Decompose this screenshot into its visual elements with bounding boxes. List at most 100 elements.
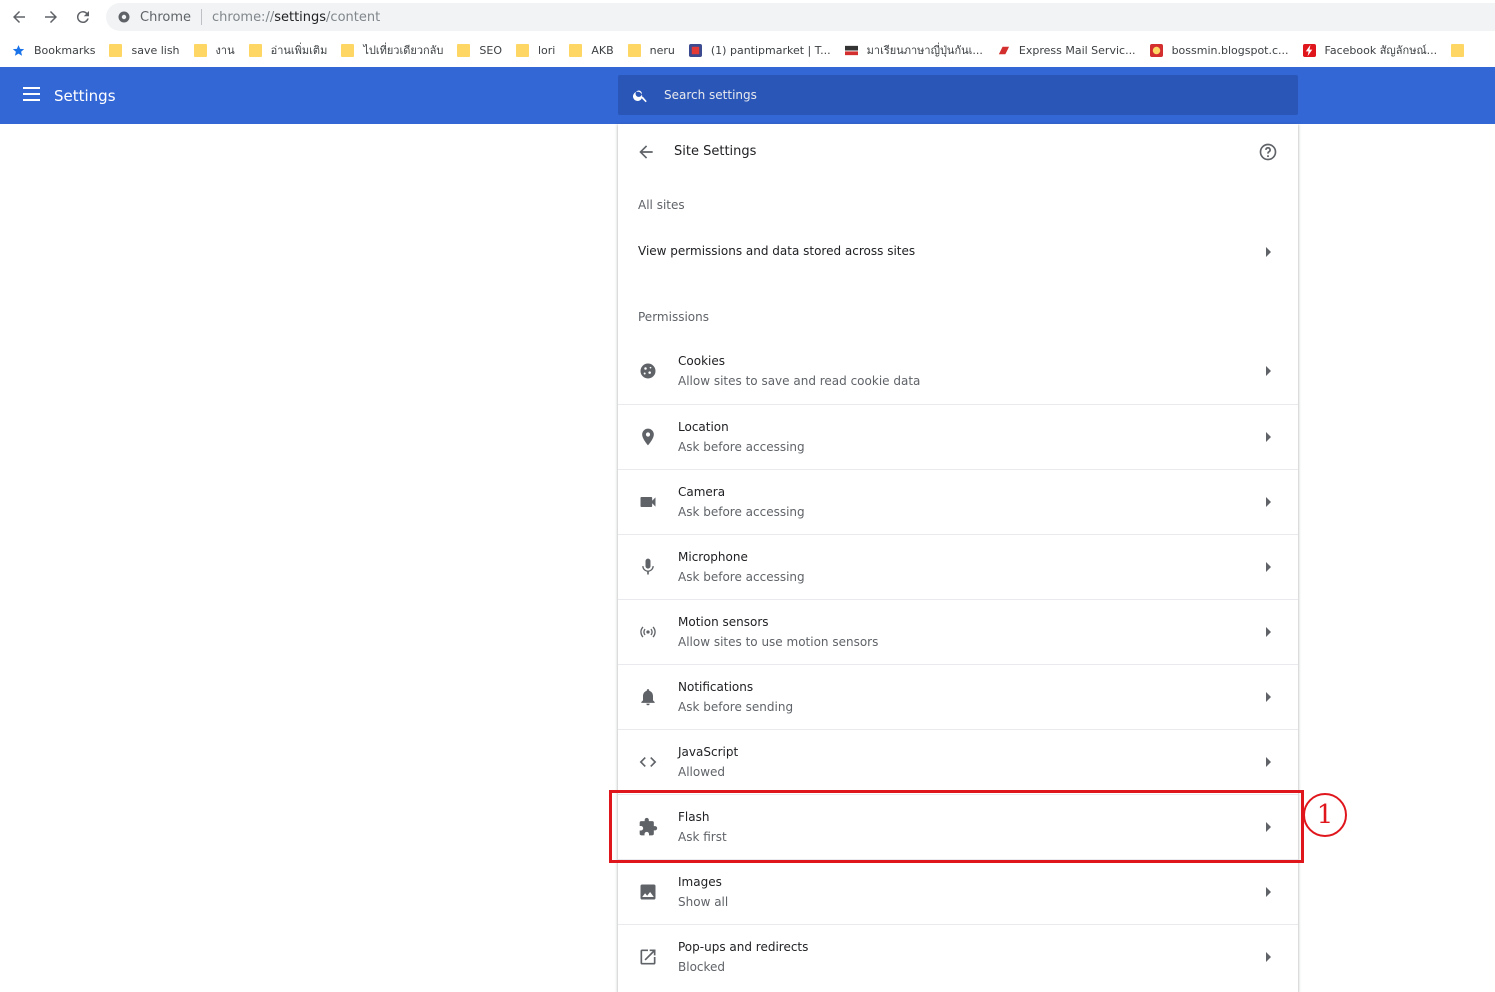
chevron-right-icon (1266, 627, 1271, 637)
bookmark-label: bossmin.blogspot.c... (1171, 43, 1289, 57)
folder-icon (1451, 43, 1465, 57)
site-settings-title: Site Settings (674, 144, 757, 159)
bookmark-label: (1) pantipmarket | T... (710, 43, 831, 57)
permission-name: Microphone (678, 550, 748, 564)
all-sites-link[interactable]: View permissions and data stored across … (618, 228, 1298, 276)
folder-icon (341, 43, 355, 57)
bookmark-label: lori (537, 43, 556, 57)
folder-icon (248, 43, 262, 57)
bookmark-item[interactable] (1445, 38, 1481, 62)
bookmarks-bar: Bookmarks save lish งาน อ่านเพิ่มเติม ไป… (0, 34, 1495, 66)
forward-arrow-icon[interactable] (40, 6, 62, 28)
search-box[interactable] (618, 75, 1298, 115)
motion-sensor-icon (640, 626, 656, 638)
permissions-list: Cookies Allow sites to save and read coo… (618, 339, 1298, 989)
cookie-icon (640, 363, 656, 379)
permission-row-images[interactable]: Images Show all (618, 859, 1298, 924)
open-in-new-icon (640, 949, 656, 965)
menu-icon[interactable] (23, 87, 40, 103)
folder-icon (569, 43, 583, 57)
back-arrow-icon[interactable] (636, 142, 656, 162)
bookmark-label: ไปเที่ยวเดียวกลับ (363, 44, 444, 57)
all-sites-heading: All sites (638, 198, 685, 212)
bookmark-label: Express Mail Servic... (1018, 43, 1136, 57)
ems-favicon (998, 46, 1009, 54)
folder-icon (457, 43, 471, 57)
permission-name: Images (678, 875, 722, 889)
bookmark-item[interactable]: มาเรียนภาษาญี่ปุ่นกันเ... (839, 38, 991, 62)
permission-status: Allow sites to save and read cookie data (678, 374, 921, 388)
permission-row-motion-sensors[interactable]: Motion sensors Allow sites to use motion… (618, 599, 1298, 664)
reload-icon[interactable] (72, 6, 94, 28)
bookmark-label: save lish (131, 43, 180, 57)
bookmark-item[interactable]: งาน (188, 38, 243, 62)
permission-row-cookies[interactable]: Cookies Allow sites to save and read coo… (618, 339, 1298, 404)
card-header: Site Settings (618, 124, 1298, 180)
bookmark-label: Bookmarks (34, 43, 96, 57)
permission-row-camera[interactable]: Camera Ask before accessing (618, 469, 1298, 534)
bookmark-item[interactable]: save lish (103, 38, 187, 62)
permission-row-microphone[interactable]: Microphone Ask before accessing (618, 534, 1298, 599)
bookmark-label: มาเรียนภาษาญี่ปุ่นกันเ... (866, 44, 983, 57)
bookmark-label: AKB (591, 43, 614, 57)
permission-name: Pop-ups and redirects (678, 940, 809, 954)
pantip-favicon (688, 43, 702, 57)
bookmark-item[interactable]: lori (510, 38, 563, 62)
bookmark-label: neru (649, 43, 675, 57)
search-input[interactable] (664, 88, 1264, 102)
nhk-favicon (844, 45, 858, 55)
image-icon (640, 884, 656, 900)
permission-status: Show all (678, 895, 729, 909)
bookmark-label: งาน (215, 44, 235, 57)
chevron-right-icon (1266, 887, 1271, 897)
code-icon (639, 757, 657, 767)
bolt-favicon (1302, 43, 1316, 57)
chevron-right-icon (1266, 247, 1271, 257)
bookmark-item[interactable]: neru (622, 38, 683, 62)
bookmark-item[interactable]: Bookmarks (0, 38, 103, 62)
permissions-heading: Permissions (638, 310, 709, 324)
bookmark-item[interactable]: อ่านเพิ่มเติม (243, 38, 336, 62)
permission-name: Cookies (678, 354, 725, 368)
help-icon[interactable] (1258, 142, 1278, 162)
permission-status: Ask before accessing (678, 570, 805, 584)
permission-status: Allowed (678, 765, 726, 779)
page-title: Settings (54, 87, 116, 105)
bookmark-item[interactable]: bossmin.blogspot.c... (1144, 38, 1297, 62)
back-arrow-icon[interactable] (8, 6, 30, 28)
folder-icon (193, 43, 207, 57)
address-bar[interactable]: Chrome chrome://settings/content (106, 3, 1495, 31)
permission-status: Blocked (678, 960, 726, 974)
folder-icon (109, 43, 123, 57)
blogspot-favicon (1149, 43, 1163, 57)
chrome-site-icon (118, 11, 130, 23)
permission-name: JavaScript (678, 745, 739, 759)
permission-row-popups[interactable]: Pop-ups and redirects Blocked (618, 924, 1298, 989)
permission-name: Notifications (678, 680, 754, 694)
bookmark-item[interactable]: ไปเที่ยวเดียวกลับ (335, 38, 451, 62)
camera-icon (640, 497, 656, 507)
folder-icon (627, 43, 641, 57)
permission-row-notifications[interactable]: Notifications Ask before sending (618, 664, 1298, 729)
permission-row-javascript[interactable]: JavaScript Allowed (618, 729, 1298, 794)
permission-name: Location (678, 420, 729, 434)
step-number-badge: 1 (1303, 793, 1347, 837)
all-sites-link-label: View permissions and data stored across … (638, 244, 916, 258)
location-pin-icon (642, 428, 654, 446)
permission-status: Allow sites to use motion sensors (678, 635, 879, 649)
chevron-right-icon (1266, 952, 1271, 962)
permission-name: Motion sensors (678, 615, 769, 629)
bookmark-label: อ่านเพิ่มเติม (270, 44, 328, 57)
bookmark-item[interactable]: AKB (563, 38, 621, 62)
permission-status: Ask before accessing (678, 440, 805, 454)
permission-row-location[interactable]: Location Ask before accessing (618, 404, 1298, 469)
chevron-right-icon (1266, 497, 1271, 507)
bookmark-item[interactable]: Express Mail Servic... (991, 38, 1144, 62)
chevron-right-icon (1266, 757, 1271, 767)
chevron-right-icon (1266, 432, 1271, 442)
microphone-icon (642, 558, 654, 575)
bookmark-item[interactable]: (1) pantipmarket | T... (683, 38, 839, 62)
bookmark-item[interactable]: SEO (451, 38, 510, 62)
bookmark-item[interactable]: Facebook สัญลักษณ์... (1297, 38, 1446, 62)
chevron-right-icon (1266, 366, 1271, 376)
